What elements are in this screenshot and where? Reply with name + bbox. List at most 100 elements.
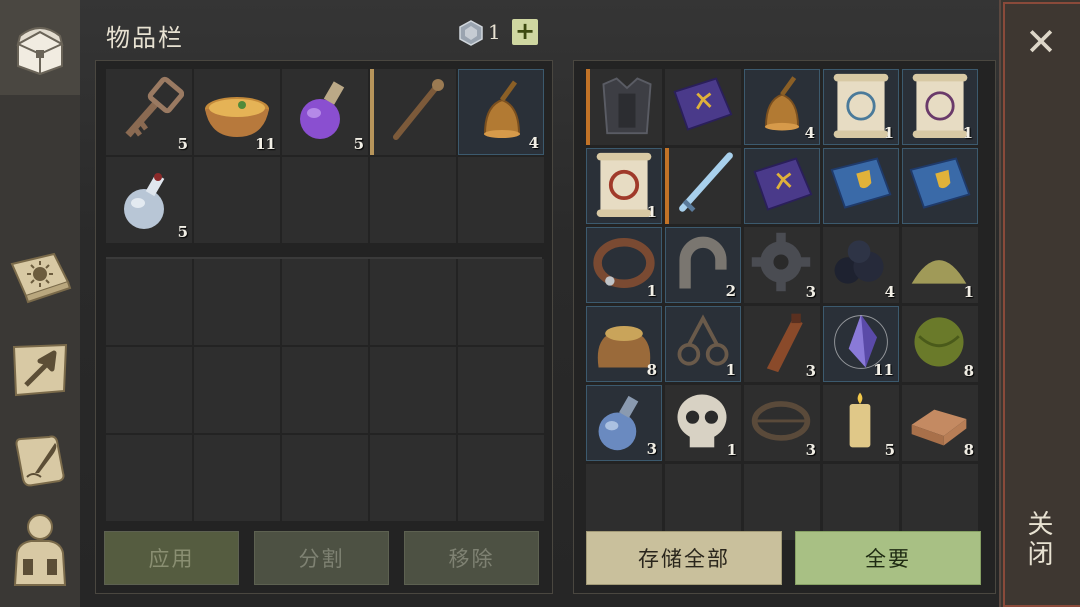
bell-icon [467,76,537,146]
inventory-slot[interactable] [282,259,368,345]
inventory-slot[interactable] [194,157,280,243]
inventory-slot[interactable] [370,259,456,345]
storage-slot[interactable] [744,148,820,224]
inventory-slot[interactable]: 4 [458,69,544,155]
storage-slot[interactable]: 8 [902,306,978,382]
item-count: 1 [725,361,736,379]
inventory-slot[interactable] [458,157,544,243]
inventory-slot[interactable]: 5 [106,157,192,243]
page-title: 物品栏 [106,24,184,52]
purple-potion-icon [290,75,360,145]
item-count: 3 [805,283,816,301]
item-count: 8 [963,362,974,380]
item-count: 1 [726,441,737,459]
inventory-slot[interactable]: 11 [194,69,280,155]
inventory-slot[interactable] [194,347,280,433]
armor-icon [594,71,664,141]
inventory-slot[interactable]: 5 [106,69,192,155]
inventory-slot[interactable] [370,69,456,155]
storage-slot[interactable] [744,464,820,540]
staff-icon [382,75,452,145]
storage-slot[interactable]: 2 [665,227,741,303]
close-panel[interactable]: ✕ 关闭 [999,0,1080,607]
storage-slot[interactable]: 3 [586,385,662,461]
item-count: 11 [255,135,276,153]
inventory-slot[interactable] [282,435,368,521]
close-icon[interactable]: ✕ [1021,23,1061,64]
storage-slot[interactable]: 1 [586,227,662,303]
store-all-button[interactable]: 存储全部 [586,531,782,585]
storage-panel: 4 1 1 1 1 2 3 4 1 8 1 3 11 8 3 1 3 5 8 [573,60,996,594]
inventory-slot[interactable] [282,347,368,433]
inventory-slot[interactable] [106,435,192,521]
apply-button[interactable]: 应用 [104,531,239,585]
item-count: 1 [646,203,657,221]
item-count: 1 [883,124,894,142]
storage-slot[interactable]: 1 [902,227,978,303]
item-count: 8 [646,361,657,379]
storage-slot[interactable] [823,464,899,540]
storage-slot[interactable] [665,148,741,224]
inventory-slot[interactable] [106,347,192,433]
storage-slot[interactable] [823,148,899,224]
blue-book-icon [828,151,898,221]
inventory-slot[interactable] [370,157,456,243]
chest-icon [8,14,72,78]
gem-currency-icon [458,20,484,46]
inventory-slot[interactable] [370,435,456,521]
storage-slot[interactable]: 3 [744,306,820,382]
item-count: 1 [963,283,974,301]
storage-slot[interactable]: 1 [665,385,741,461]
sun-book-icon[interactable] [8,244,72,308]
currency-count: 1 [488,20,501,44]
key-icon [114,75,185,145]
storage-slot[interactable]: 8 [902,385,978,461]
storage-slot[interactable]: 1 [665,306,741,382]
inventory-slot[interactable] [194,435,280,521]
remove-button[interactable]: 移除 [404,531,539,585]
inventory-slot[interactable] [458,347,544,433]
item-count: 5 [884,441,895,459]
take-all-button[interactable]: 全要 [795,531,981,585]
storage-slot[interactable]: 1 [902,69,978,145]
white-potion-icon [114,163,184,233]
craft-arrow-icon[interactable] [8,338,72,402]
storage-slot[interactable] [586,69,662,145]
storage-slot[interactable]: 3 [744,385,820,461]
storage-slot[interactable] [665,69,741,145]
storage-slot[interactable] [902,148,978,224]
item-count: 11 [873,361,894,379]
storage-slot[interactable] [586,464,662,540]
purple-book-icon [749,151,819,221]
character-icon[interactable] [8,514,72,586]
quill-scroll-icon[interactable] [8,428,72,492]
storage-slot[interactable]: 5 [823,385,899,461]
add-currency-button[interactable]: + [512,19,538,45]
split-button[interactable]: 分割 [254,531,389,585]
nav-tab-inventory[interactable] [0,0,80,95]
storage-slot[interactable]: 8 [586,306,662,382]
item-count: 2 [725,282,736,300]
inventory-slot[interactable]: 5 [282,69,368,155]
inventory-slot[interactable] [458,259,544,345]
storage-slot[interactable]: 11 [823,306,899,382]
storage-slot[interactable]: 4 [744,69,820,145]
storage-slot[interactable]: 1 [586,148,662,224]
item-count: 4 [884,283,895,301]
storage-slot[interactable] [902,464,978,540]
inventory-slot[interactable] [458,435,544,521]
close-label[interactable]: 关闭 [1023,510,1057,570]
storage-slot[interactable]: 3 [744,227,820,303]
inventory-slot[interactable] [106,259,192,345]
storage-slot[interactable] [665,464,741,540]
inventory-slot[interactable] [370,347,456,433]
inventory-slot[interactable] [194,259,280,345]
ice-sword-icon [673,150,743,220]
blue-book-icon [907,151,977,221]
left-nav [0,0,80,607]
item-count: 1 [962,124,973,142]
storage-slot[interactable]: 4 [823,227,899,303]
item-count: 8 [963,441,974,459]
inventory-slot[interactable] [282,157,368,243]
storage-slot[interactable]: 1 [823,69,899,145]
